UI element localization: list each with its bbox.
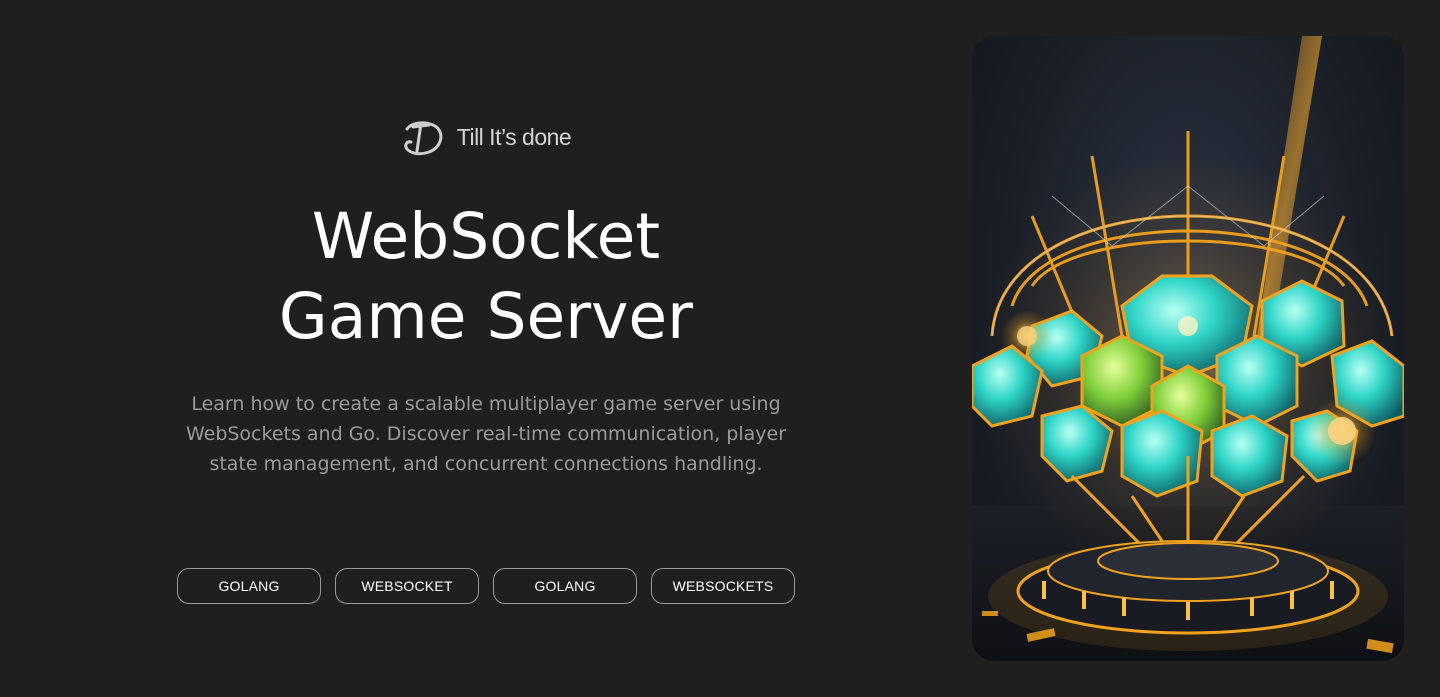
hero-image <box>972 36 1404 661</box>
td-monogram-logo-icon <box>404 121 443 156</box>
tag-golang[interactable]: GOLANG <box>177 568 321 604</box>
page-title: WebSocket Game Server <box>279 197 693 357</box>
brand[interactable]: Till It’s done <box>401 117 572 157</box>
tag-websocket[interactable]: WEBSOCKET <box>335 568 479 604</box>
page-title-line-2: Game Server <box>278 280 694 353</box>
page-title-line-1: WebSocket <box>311 200 661 273</box>
brand-name: Till It’s done <box>456 123 572 150</box>
page: Till It’s done WebSocket Game Server Lea… <box>0 0 1440 697</box>
tag-golang-2[interactable]: GOLANG <box>493 568 637 604</box>
page-description: Learn how to create a scalable multiplay… <box>185 393 787 475</box>
hero-text-column: Till It’s done WebSocket Game Server Lea… <box>160 0 812 697</box>
crystal-dome-illustration <box>972 36 1404 661</box>
tag-list: GOLANG WEBSOCKET GOLANG WEBSOCKETS <box>177 568 795 604</box>
tag-websockets[interactable]: WEBSOCKETS <box>651 568 795 604</box>
